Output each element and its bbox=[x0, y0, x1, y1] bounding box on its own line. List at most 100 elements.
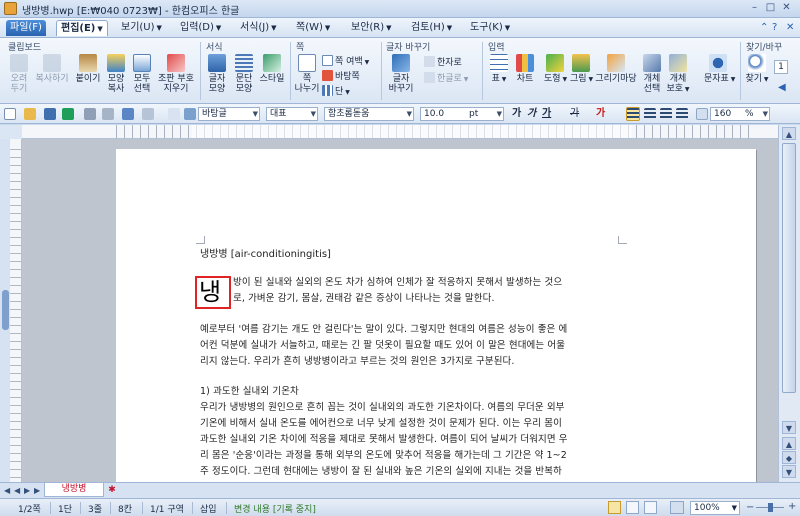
select-all-button[interactable]: 모두 선택 bbox=[130, 54, 154, 94]
picture-button[interactable]: 그림 ▼ bbox=[570, 54, 593, 85]
close-button[interactable]: ✕ bbox=[780, 2, 793, 14]
find-button[interactable]: 찾기 ▼ bbox=[744, 54, 770, 85]
hwp-app-icon[interactable] bbox=[4, 2, 17, 15]
remove-codes-button[interactable]: 조판 부호 지우기 bbox=[156, 54, 196, 94]
undo-icon[interactable] bbox=[122, 108, 134, 120]
vertical-scrollbar[interactable]: ▲ ▼ ▲ ◆ ▼ bbox=[778, 125, 800, 482]
page-margin-button[interactable]: 쪽 여백 ▼ bbox=[322, 55, 369, 69]
print-icon[interactable] bbox=[84, 108, 96, 120]
save-dropdown-icon[interactable] bbox=[62, 108, 74, 120]
status-page[interactable]: 1/2쪽 bbox=[18, 502, 41, 515]
zoom-icon[interactable] bbox=[696, 108, 708, 120]
status-insert-mode[interactable]: 삽입 bbox=[200, 502, 217, 515]
symbol-button[interactable]: 문자표 ▼ bbox=[704, 54, 735, 85]
format-painter-button[interactable]: 모양 복사 bbox=[104, 54, 128, 94]
vertical-ruler[interactable] bbox=[10, 139, 22, 482]
menu-tools[interactable]: 도구(K) ▼ bbox=[466, 20, 514, 36]
status-divider bbox=[192, 502, 193, 514]
scroll-up-icon[interactable]: ▲ bbox=[782, 127, 796, 140]
tab-next-icon[interactable]: ▶ bbox=[24, 486, 30, 495]
to-hanja-button[interactable]: 한자로 bbox=[424, 56, 462, 69]
char-convert-button[interactable]: 글자 바꾸기 bbox=[386, 54, 416, 94]
doc-close-icon[interactable]: ✕ bbox=[782, 20, 798, 36]
prev-page-icon[interactable]: ▲ bbox=[782, 437, 796, 450]
tab-last-icon[interactable]: ▶ bbox=[34, 486, 40, 495]
zoom-out-icon[interactable]: − bbox=[746, 502, 754, 513]
menu-security[interactable]: 보안(R) ▼ bbox=[347, 20, 396, 36]
menu-view[interactable]: 보기(U) ▼ bbox=[117, 20, 166, 36]
arrow-left-icon[interactable]: ◀ bbox=[778, 82, 786, 93]
object-select-button[interactable]: 개체 선택 bbox=[640, 54, 664, 94]
menu-page[interactable]: 쪽(W) ▼ bbox=[292, 20, 334, 36]
bold-button[interactable]: 가 bbox=[512, 107, 521, 121]
chart-button[interactable]: 차트 bbox=[514, 54, 536, 84]
zoom-combo-toolbar[interactable]: 160% ▼ bbox=[710, 107, 770, 121]
page-nav-icon[interactable]: ◆ bbox=[782, 451, 796, 464]
maximize-button[interactable]: □ bbox=[764, 2, 777, 14]
object-protect-button[interactable]: 개체 보호 ▼ bbox=[665, 54, 691, 95]
drop-cap[interactable]: 냉 bbox=[195, 276, 231, 309]
page-break-button[interactable]: 쪽 나누기 bbox=[293, 54, 321, 94]
menu-file[interactable]: 파일(F) bbox=[6, 20, 46, 36]
save-icon[interactable] bbox=[44, 108, 56, 120]
shape-button[interactable]: 도형 ▼ bbox=[544, 54, 567, 85]
help-icon[interactable]: ? bbox=[768, 20, 781, 36]
para-shape-button[interactable]: 문단 모양 bbox=[231, 54, 257, 94]
status-track-changes[interactable]: 변경 내용 [기록 중지] bbox=[234, 502, 316, 515]
find-spinner[interactable]: 1 bbox=[774, 60, 788, 74]
view-page-icon[interactable] bbox=[626, 501, 639, 514]
side-panel-handle[interactable] bbox=[2, 290, 9, 330]
zoom-in-icon[interactable]: + bbox=[788, 501, 796, 512]
to-hangul-button[interactable]: 한글로 ▼ bbox=[424, 72, 468, 86]
align-center-icon[interactable] bbox=[660, 108, 672, 120]
menu-review[interactable]: 검토(H) ▼ bbox=[407, 20, 456, 36]
underline-button[interactable]: 가 bbox=[542, 107, 551, 121]
next-page-icon[interactable]: ▼ bbox=[782, 465, 796, 478]
char-shape-button[interactable]: 글자 모양 bbox=[204, 54, 230, 94]
view-normal-icon[interactable] bbox=[608, 501, 621, 514]
open-folder-icon[interactable] bbox=[24, 108, 36, 120]
document-tab[interactable]: 냉방병 bbox=[44, 483, 104, 497]
status-zoom-value: 100% bbox=[694, 503, 720, 513]
new-doc-icon[interactable] bbox=[4, 108, 16, 120]
zoom-magnifier-icon[interactable] bbox=[670, 501, 684, 514]
chevron-down-icon: ▼ bbox=[324, 24, 331, 32]
style-combo[interactable]: 바탕글 ▼ bbox=[198, 107, 260, 121]
paste-button[interactable]: 붙이기 bbox=[74, 54, 102, 84]
menu-edit[interactable]: 편집(E) ▼ bbox=[56, 20, 108, 36]
font-color-button[interactable]: 가 bbox=[596, 107, 605, 121]
tab-first-icon[interactable]: ◀ bbox=[4, 486, 10, 495]
language-combo[interactable]: 대표 ▼ bbox=[266, 107, 318, 121]
align-justify-icon[interactable] bbox=[626, 107, 640, 121]
scroll-down-icon[interactable]: ▼ bbox=[782, 421, 796, 434]
menu-format[interactable]: 서식(J) ▼ bbox=[236, 20, 281, 36]
copy-button[interactable]: 복사하기 bbox=[34, 54, 70, 84]
zoom-slider-thumb[interactable] bbox=[768, 503, 773, 512]
paragraph-icon[interactable] bbox=[184, 108, 196, 120]
columns-button[interactable]: 단 ▼ bbox=[322, 85, 350, 99]
master-page-label: 바탕쪽 bbox=[335, 72, 360, 82]
para-shape-icon bbox=[235, 54, 253, 72]
horizontal-ruler[interactable] bbox=[22, 125, 778, 139]
style-shape-icon[interactable] bbox=[168, 108, 180, 120]
style-button[interactable]: 스타일 bbox=[257, 54, 287, 84]
new-tab-icon[interactable]: ✱ bbox=[106, 484, 118, 496]
cut-button[interactable]: 오려 두기 bbox=[6, 54, 32, 94]
view-web-icon[interactable] bbox=[644, 501, 657, 514]
tab-prev-icon[interactable]: ◀ bbox=[14, 486, 20, 495]
italic-button[interactable]: 가 bbox=[527, 107, 536, 121]
scroll-thumb[interactable] bbox=[782, 143, 796, 393]
status-zoom-combo[interactable]: 100% ▼ bbox=[690, 501, 740, 515]
menu-insert[interactable]: 입력(D) ▼ bbox=[176, 20, 225, 36]
drawing-gallery-button[interactable]: 그리기마당 bbox=[594, 54, 638, 84]
strike-button[interactable]: 가 bbox=[570, 107, 579, 121]
minimize-button[interactable]: – bbox=[748, 2, 761, 14]
font-combo[interactable]: 함초롬돋움 ▼ bbox=[324, 107, 414, 121]
align-left-icon[interactable] bbox=[644, 108, 656, 120]
font-size-combo[interactable]: 10.0 pt ▼ bbox=[420, 107, 504, 121]
master-page-button[interactable]: 바탕쪽 bbox=[322, 70, 360, 83]
table-button[interactable]: 표 ▼ bbox=[488, 54, 510, 85]
redo-icon[interactable] bbox=[142, 108, 154, 120]
print-preview-icon[interactable] bbox=[102, 108, 114, 120]
align-right-icon[interactable] bbox=[676, 108, 688, 120]
